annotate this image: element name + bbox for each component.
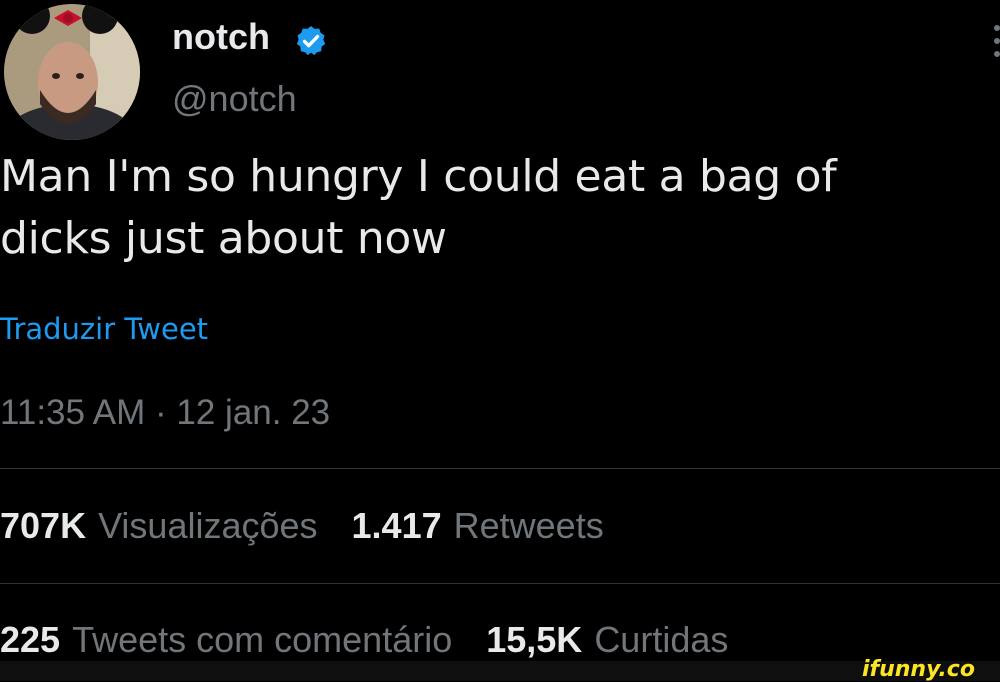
likes-stat[interactable]: 15,5K Curtidas — [486, 619, 728, 661]
tweet-text: Man I'm so hungry I could eat a bag of d… — [0, 151, 837, 264]
verified-badge-icon — [296, 26, 326, 56]
quote-tweets-stat[interactable]: 225 Tweets com comentário — [0, 619, 452, 661]
more-options-icon[interactable] — [986, 24, 1000, 58]
watermark-bar — [0, 661, 1000, 681]
divider — [0, 583, 1000, 584]
avatar-image — [4, 4, 140, 140]
retweets-label: Retweets — [453, 505, 604, 546]
views-label: Visualizações — [98, 505, 318, 546]
views-count: 707K — [0, 505, 87, 546]
retweets-count: 1.417 — [351, 505, 442, 546]
views-stat[interactable]: 707K Visualizações — [0, 505, 318, 547]
translate-tweet-link[interactable]: Traduzir Tweet — [0, 312, 208, 346]
ifunny-watermark: ifunny.co — [862, 657, 975, 682]
avatar[interactable] — [4, 4, 140, 140]
author-handle[interactable]: @notch — [172, 78, 297, 120]
stats-row-views-retweets: 707K Visualizações 1.417 Retweets — [0, 505, 604, 555]
tweet-timestamp[interactable]: 11:35 AM · 12 jan. 23 — [0, 393, 330, 433]
author-display-name[interactable]: notch — [172, 16, 270, 58]
divider — [0, 468, 1000, 469]
quote-tweets-count: 225 — [0, 619, 61, 660]
quote-tweets-label: Tweets com comentário — [72, 619, 453, 660]
likes-count: 15,5K — [486, 619, 583, 660]
retweets-stat[interactable]: 1.417 Retweets — [352, 505, 604, 547]
likes-label: Curtidas — [594, 619, 729, 660]
